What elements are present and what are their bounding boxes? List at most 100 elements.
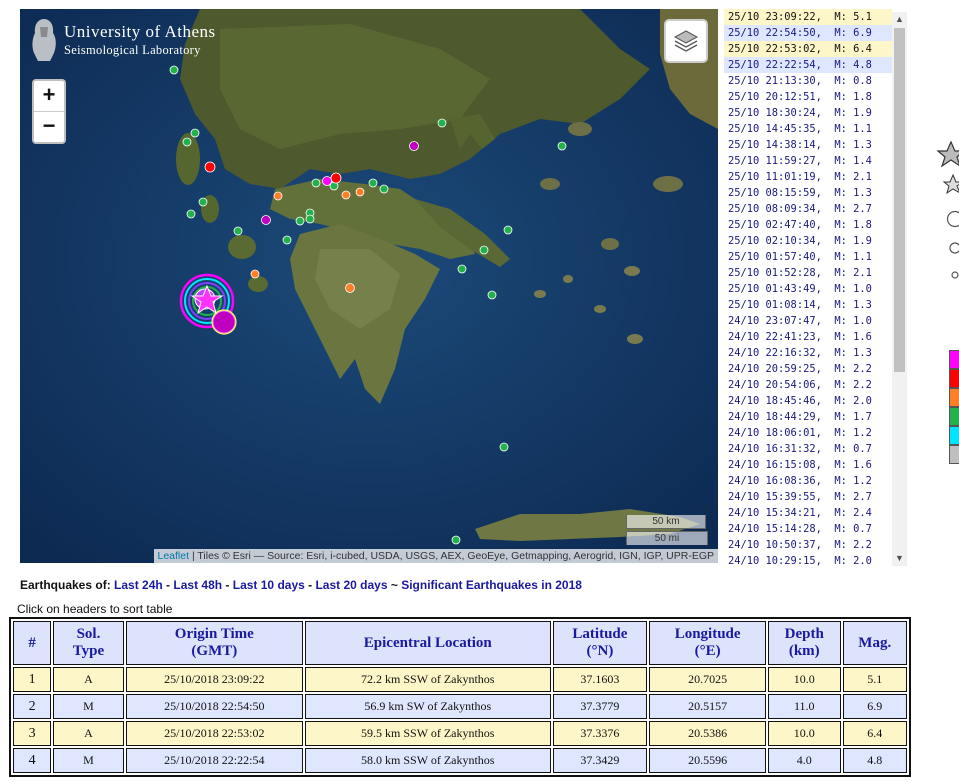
earthquake-list-item[interactable]: 24/10 15:34:21, M: 2.4 [724,505,892,521]
earthquake-list-item[interactable]: 25/10 02:10:34, M: 1.9 [724,233,892,249]
column-header-label: Mag. [858,634,892,651]
cell-lat: 37.3429 [552,748,648,773]
leaflet-link[interactable]: Leaflet [158,550,190,562]
legend-star-small-icon [942,173,959,195]
link-significant-earthquakes[interactable]: Significant Earthquakes in 2018 [401,578,582,592]
legend-swatch [949,388,959,407]
cell-mag: 4.8 [842,748,907,773]
earthquake-list-item[interactable]: 24/10 16:08:36, M: 1.2 [724,473,892,489]
cell-mag: 6.9 [842,694,907,719]
cell-loc: 59.5 km SSW of Zakynthos [304,721,551,746]
attribution-text: | Tiles © Esri — Source: Esri, i-cubed, … [189,550,714,562]
cell-type: M [53,694,124,719]
column-header[interactable]: Sol. Type [53,621,124,665]
earthquake-list-item[interactable]: 24/10 10:29:15, M: 2.0 [724,553,892,566]
column-header-label: Sol. [76,626,101,642]
earthquake-list-item[interactable]: 24/10 20:59:25, M: 2.2 [724,361,892,377]
legend-circle-small-icon [951,271,959,279]
column-header[interactable]: Origin Time (GMT) [125,621,303,665]
earthquake-list-item[interactable]: 24/10 20:54:06, M: 2.2 [724,377,892,393]
column-header-label: # [28,634,36,651]
link-last-20-days[interactable]: Last 20 days [315,578,387,592]
earthquake-list-item[interactable]: 25/10 08:15:59, M: 1.3 [724,185,892,201]
earthquake-list-item[interactable]: 24/10 15:39:55, M: 2.7 [724,489,892,505]
cell-n: 1 [13,667,52,692]
earthquake-map[interactable]: University of Athens Seismological Labor… [20,9,718,563]
links-prefix: Earthquakes of: [20,578,115,592]
earthquake-list-item[interactable]: 25/10 14:45:35, M: 1.1 [724,121,892,137]
earthquake-list-item[interactable]: 24/10 16:31:32, M: 0.7 [724,441,892,457]
cell-mag: 6.4 [842,721,907,746]
earthquake-table: # Sol. Type Origin Time (GMT) Epicentral Loca… [9,617,911,777]
cell-loc: 56.9 km SW of Zakynthos [304,694,551,719]
link-last-10-days[interactable]: Last 10 days [233,578,305,592]
legend-swatch [949,350,959,369]
earthquake-list[interactable]: 25/10 23:09:22, M: 5.1 25/10 22:54:50, M:… [724,9,892,566]
earthquake-list-item[interactable]: 24/10 22:16:32, M: 1.3 [724,345,892,361]
period-links: Earthquakes of: Last 24h - Last 48h - La… [20,578,582,592]
table-row[interactable]: 4 M 25/10/2018 22:22:54 58.0 km SSW of Zaky… [13,748,907,773]
column-header-label: Depth [784,626,824,642]
cell-type: A [53,721,124,746]
map-attribution: Leaflet | Tiles © Esri — Source: Esri, i… [153,549,718,563]
earthquake-list-item[interactable]: 25/10 11:59:27, M: 1.4 [724,153,892,169]
scroll-thumb[interactable] [894,28,905,372]
earthquake-list-item[interactable]: 25/10 18:30:24, M: 1.9 [724,105,892,121]
link-last-24h[interactable]: Last 24h [114,578,163,592]
column-header[interactable]: # [13,621,52,665]
earthquake-list-item[interactable]: 24/10 18:06:01, M: 1.2 [724,425,892,441]
earthquake-list-item[interactable]: 25/10 23:09:22, M: 5.1 [724,9,892,25]
earthquake-list-item[interactable]: 24/10 23:07:47, M: 1.0 [724,313,892,329]
column-header-label: Origin Time [174,626,254,642]
earthquake-list-item[interactable]: 25/10 08:09:34, M: 2.7 [724,201,892,217]
link-last-48h[interactable]: Last 48h [173,578,222,592]
earthquake-list-item[interactable]: 25/10 01:57:40, M: 1.1 [724,249,892,265]
cell-type: A [53,667,124,692]
column-header-label: Latitude [572,626,628,642]
earthquake-list-item[interactable]: 25/10 01:43:49, M: 1.0 [724,281,892,297]
column-header[interactable]: Longitude (°E) [649,621,767,665]
cell-loc: 72.2 km SSW of Zakynthos [304,667,551,692]
column-header-label: Longitude [674,626,741,642]
scale-mi: 50 mi [626,531,708,545]
column-header-unit: (GMT) [191,643,238,659]
cell-depth: 10.0 [768,667,841,692]
earthquake-list-item[interactable]: 25/10 21:13:30, M: 0.8 [724,73,892,89]
earthquake-list-item[interactable]: 25/10 22:53:02, M: 6.4 [724,41,892,57]
list-scrollbar[interactable]: ▲ ▼ [892,12,907,566]
cell-lat: 37.3376 [552,721,648,746]
sort-hint: Click on headers to sort table [17,602,173,616]
cell-depth: 4.0 [768,748,841,773]
earthquake-list-item[interactable]: 25/10 02:47:40, M: 1.8 [724,217,892,233]
legend-swatch [949,445,959,464]
earthquake-list-item[interactable]: 24/10 18:44:29, M: 1.7 [724,409,892,425]
earthquake-list-item[interactable]: 25/10 20:12:51, M: 1.8 [724,89,892,105]
cell-mag: 5.1 [842,667,907,692]
legend-symbols [936,140,959,279]
earthquake-list-item[interactable]: 25/10 11:01:19, M: 2.1 [724,169,892,185]
earthquake-list-item[interactable]: 25/10 14:38:14, M: 1.3 [724,137,892,153]
table-row[interactable]: 2 M 25/10/2018 22:54:50 56.9 km SW of Zakyn… [13,694,907,719]
column-header[interactable]: Mag. [842,621,907,665]
table-header-row: # Sol. Type Origin Time (GMT) Epicentral Loca… [13,621,907,665]
scroll-up-icon[interactable]: ▲ [892,12,907,27]
earthquake-list-item[interactable]: 24/10 15:14:28, M: 0.7 [724,521,892,537]
earthquake-list-item[interactable]: 25/10 01:08:14, M: 1.3 [724,297,892,313]
column-header[interactable]: Depth (km) [768,621,841,665]
table-row[interactable]: 3 A 25/10/2018 22:53:02 59.5 km SSW of Zaky… [13,721,907,746]
column-header[interactable]: Epicentral Location [304,621,551,665]
earthquake-list-item[interactable]: 24/10 22:41:23, M: 1.6 [724,329,892,345]
earthquake-list-item[interactable]: 25/10 22:22:54, M: 4.8 [724,57,892,73]
legend-circle-large-icon [946,210,959,228]
earthquake-list-item[interactable]: 25/10 01:52:28, M: 2.1 [724,265,892,281]
earthquake-list-item[interactable]: 24/10 16:15:08, M: 1.6 [724,457,892,473]
table-row[interactable]: 1 A 25/10/2018 23:09:22 72.2 km SSW of Zaky… [13,667,907,692]
column-header[interactable]: Latitude (°N) [552,621,648,665]
cell-loc: 58.0 km SSW of Zakynthos [304,748,551,773]
earthquake-list-item[interactable]: 25/10 22:54:50, M: 6.9 [724,25,892,41]
legend-star-large-icon [936,140,959,168]
column-header-unit: (°E) [694,643,721,659]
earthquake-list-item[interactable]: 24/10 18:45:46, M: 2.0 [724,393,892,409]
earthquake-list-item[interactable]: 24/10 10:50:37, M: 2.2 [724,537,892,553]
scroll-down-icon[interactable]: ▼ [892,551,907,566]
